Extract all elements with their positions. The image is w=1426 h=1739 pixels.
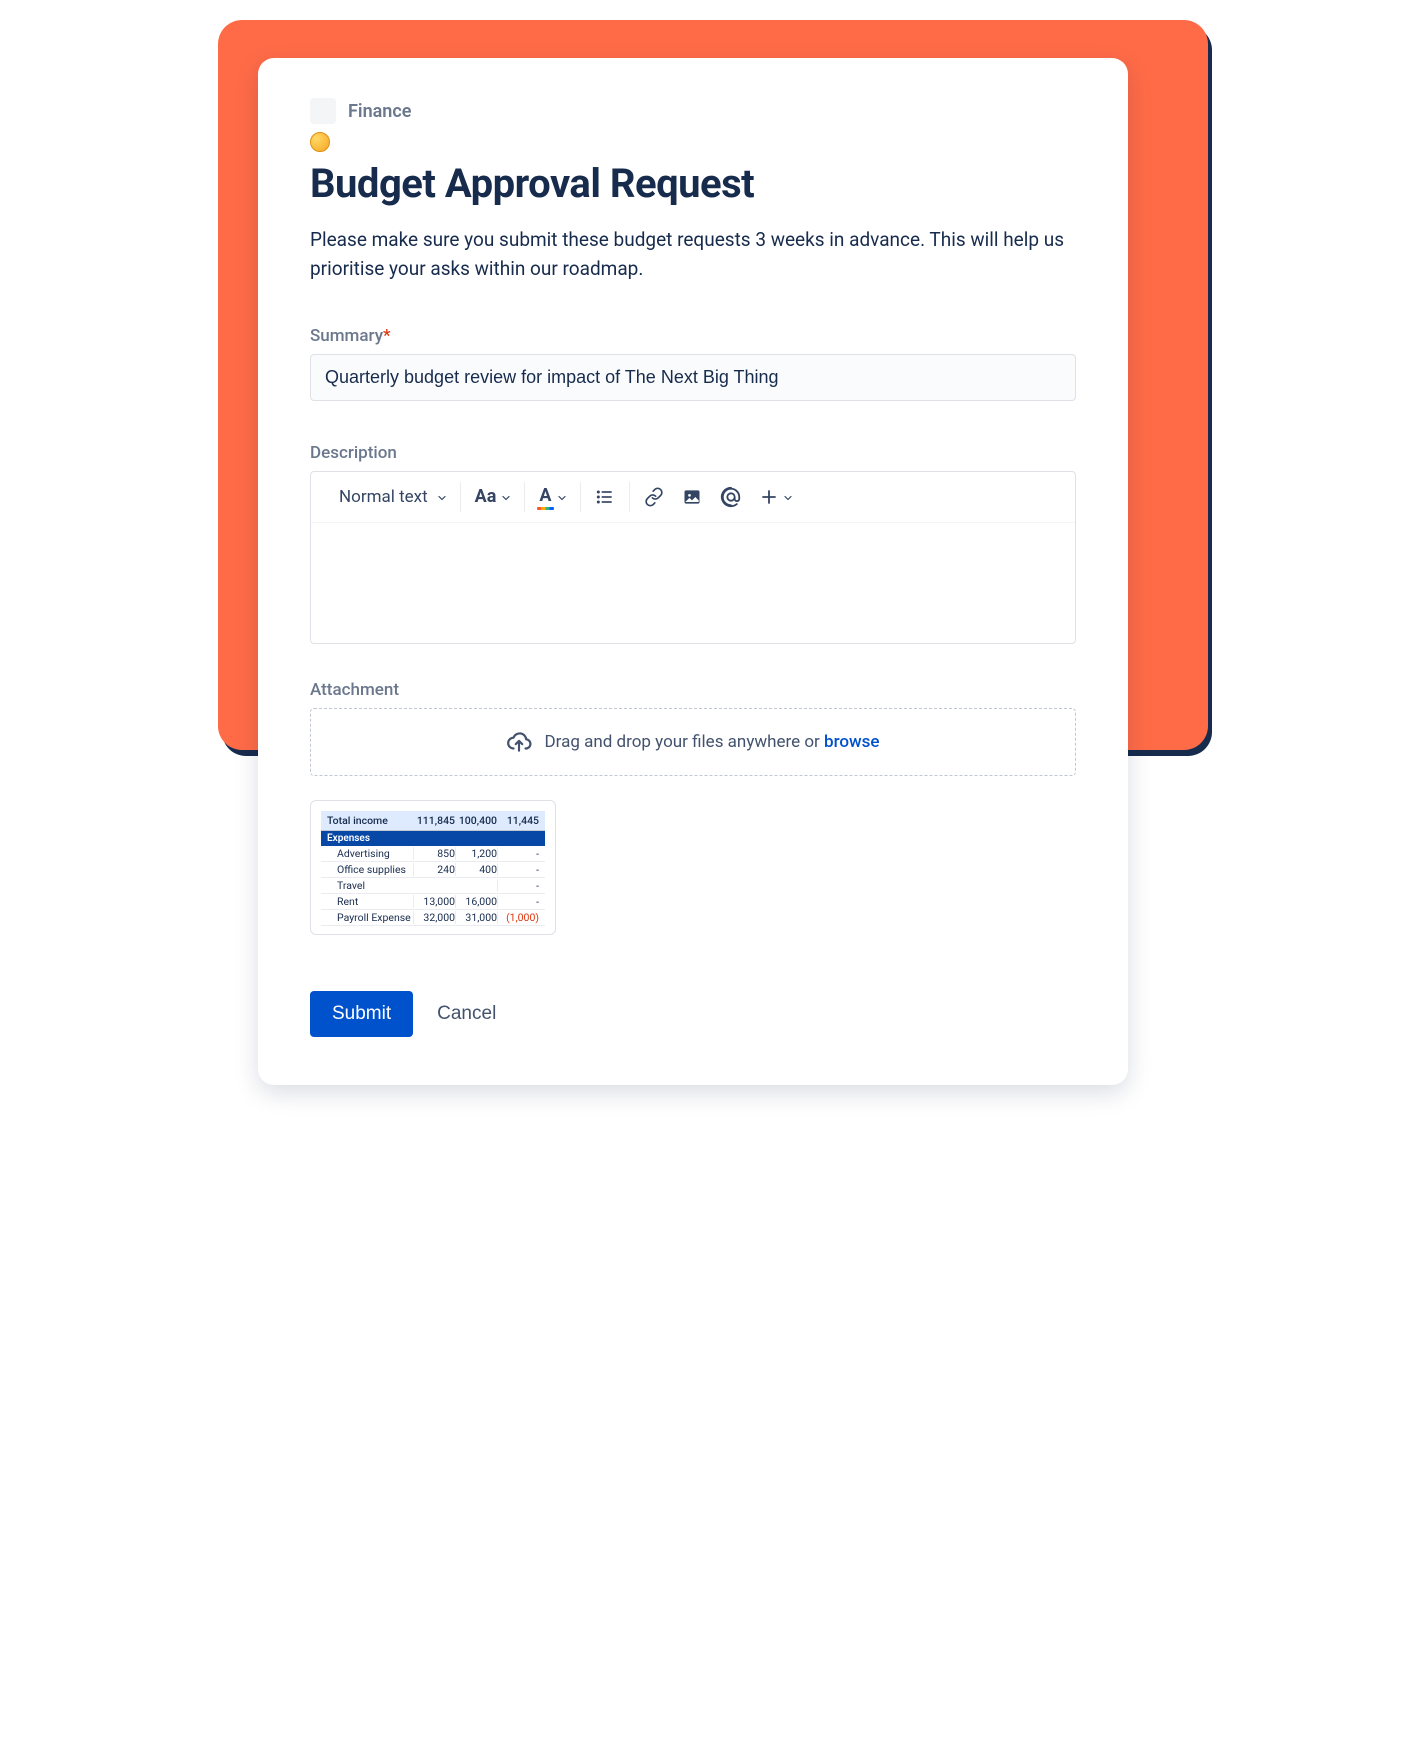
- preview-row: Advertising8501,200-: [321, 846, 545, 862]
- preview-row-v2: 16,000: [455, 895, 497, 908]
- description-editor: Normal text Aa: [310, 471, 1076, 644]
- preview-rows-container: Advertising8501,200-Office supplies24040…: [321, 846, 545, 926]
- preview-row: Rent13,00016,000-: [321, 894, 545, 910]
- preview-header-v1: 111,845: [413, 814, 455, 827]
- preview-row: Travel -: [321, 878, 545, 894]
- dropzone-text: Drag and drop your files anywhere or bro…: [544, 732, 879, 752]
- bullet-list-button[interactable]: [595, 487, 615, 507]
- preview-header-diff: 11,445: [497, 814, 539, 827]
- plus-icon: [760, 488, 778, 506]
- attachment-thumbnail[interactable]: Total income 111,845 100,400 11,445 Expe…: [310, 800, 556, 935]
- attachment-label: Attachment: [310, 680, 1076, 700]
- preview-row-v1: 240: [413, 863, 455, 876]
- preview-row-label: Advertising: [327, 847, 413, 860]
- chevron-down-icon: [436, 492, 446, 502]
- chevron-down-icon: [556, 492, 566, 502]
- preview-row-v2: 31,000: [455, 911, 497, 924]
- preview-header-row: Total income 111,845 100,400 11,445: [321, 811, 545, 831]
- form-actions: Submit Cancel: [310, 991, 1076, 1037]
- preview-header-v2: 100,400: [455, 814, 497, 827]
- text-color-button[interactable]: A: [539, 485, 565, 509]
- preview-header-label: Total income: [327, 814, 413, 827]
- preview-row-v2: 400: [455, 863, 497, 876]
- preview-row-label: Rent: [327, 895, 413, 908]
- at-icon: [720, 486, 742, 508]
- submit-button[interactable]: Submit: [310, 991, 413, 1037]
- cancel-button[interactable]: Cancel: [437, 1003, 496, 1025]
- preview-row-label: Office supplies: [327, 863, 413, 876]
- text-color-icon: A: [539, 485, 551, 509]
- text-format-icon: Aa: [475, 486, 497, 507]
- image-button[interactable]: [682, 487, 702, 507]
- more-insert-button[interactable]: [760, 488, 792, 506]
- chevron-down-icon: [500, 492, 510, 502]
- breadcrumb[interactable]: Finance: [310, 98, 1076, 124]
- preview-row-diff: -: [497, 863, 539, 876]
- bullet-list-icon: [595, 487, 615, 507]
- preview-section-header: Expenses: [321, 831, 545, 846]
- breadcrumb-category: Finance: [348, 101, 411, 122]
- page-title: Budget Approval Request: [310, 160, 1076, 207]
- required-star: *: [383, 326, 391, 346]
- preview-row-v1: 13,000: [413, 895, 455, 908]
- preview-row-diff: -: [497, 847, 539, 860]
- intro-text: Please make sure you submit these budget…: [310, 225, 1076, 284]
- preview-row: Payroll Expense32,00031,000(1,000): [321, 910, 545, 926]
- text-style-dropdown[interactable]: Normal text: [339, 487, 446, 507]
- link-icon: [644, 487, 664, 507]
- image-icon: [682, 487, 702, 507]
- preview-row-label: Payroll Expense: [327, 911, 413, 924]
- preview-row-diff: -: [497, 895, 539, 908]
- dropzone-text-static: Drag and drop your files anywhere or: [544, 732, 824, 752]
- editor-toolbar: Normal text Aa: [311, 472, 1075, 523]
- mention-button[interactable]: [720, 486, 742, 508]
- summary-label-text: Summary: [310, 326, 383, 346]
- text-format-button[interactable]: Aa: [475, 486, 511, 507]
- link-button[interactable]: [644, 487, 664, 507]
- preview-row-label: Travel: [327, 879, 413, 892]
- outer-frame: Finance Budget Approval Request Please m…: [218, 20, 1208, 750]
- form-card: Finance Budget Approval Request Please m…: [258, 58, 1128, 1085]
- description-label: Description: [310, 443, 1076, 463]
- coin-icon: [310, 132, 330, 152]
- summary-input[interactable]: [310, 354, 1076, 401]
- preview-row-v1: 32,000: [413, 911, 455, 924]
- preview-row-diff: (1,000): [497, 911, 539, 924]
- description-textarea[interactable]: [311, 523, 1075, 643]
- attachment-dropzone[interactable]: Drag and drop your files anywhere or bro…: [310, 708, 1076, 776]
- text-style-label: Normal text: [339, 487, 428, 507]
- preview-row: Office supplies240400-: [321, 862, 545, 878]
- browse-link[interactable]: browse: [824, 732, 879, 752]
- summary-label: Summary*: [310, 326, 1076, 346]
- preview-row-v2: 1,200: [455, 847, 497, 860]
- category-icon-placeholder: [310, 98, 336, 124]
- preview-row-v1: 850: [413, 847, 455, 860]
- cloud-upload-icon: [506, 729, 532, 755]
- chevron-down-icon: [782, 492, 792, 502]
- preview-row-diff: -: [497, 879, 539, 892]
